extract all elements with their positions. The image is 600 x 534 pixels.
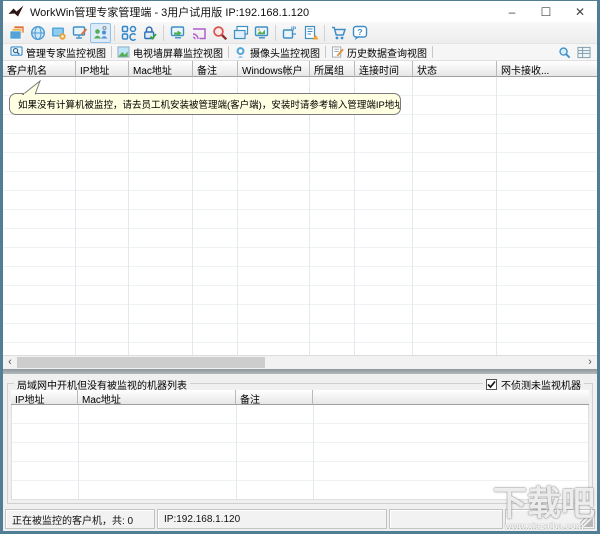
column-header-status[interactable]: 状态 — [413, 61, 497, 77]
column-header-ip[interactable]: IP地址 — [11, 390, 78, 405]
column-header-connect-time[interactable]: 连接时间 — [355, 61, 413, 77]
resize-grip-icon[interactable] — [580, 514, 593, 527]
title-bar: WorkWin管理专家管理端 - 3用户试用版 IP:192.168.1.120… — [3, 1, 597, 22]
column-header-note[interactable]: 备注 — [236, 390, 313, 405]
status-server-ip: IP:192.168.1.120 — [157, 509, 387, 529]
window-title: WorkWin管理专家管理端 - 3用户试用版 IP:192.168.1.120 — [30, 6, 310, 19]
column-header-mac[interactable]: Mac地址 — [129, 61, 193, 77]
monitor-share-icon[interactable] — [167, 23, 188, 43]
cascade-windows-icon[interactable] — [6, 23, 27, 43]
unmonitored-machines-panel: 局域网中开机但没有被监视的机器列表 不侦测未监视机器 IP地址 Mac地址 备注 — [3, 374, 597, 507]
toolbar-separator — [324, 24, 325, 41]
blocks-icon[interactable] — [118, 23, 139, 43]
close-button[interactable]: ✕ — [563, 1, 597, 22]
tab-tv-wall-view[interactable]: 电视墙屏幕监控视图 — [112, 44, 228, 60]
column-header-client-name[interactable]: 客户机名 — [3, 61, 76, 77]
column-header-windows-account[interactable]: Windows帐户 — [238, 61, 310, 77]
monitor-edit-icon[interactable] — [69, 23, 90, 43]
scrollbar-track[interactable] — [17, 356, 583, 369]
client-table-header: 客户机名 IP地址 Mac地址 备注 Windows帐户 所属组 连接时间 状态… — [3, 61, 597, 77]
column-header-nic-receive[interactable]: 网卡接收... — [497, 61, 597, 77]
unmonitored-groupbox: 局域网中开机但没有被监视的机器列表 不侦测未监视机器 IP地址 Mac地址 备注 — [7, 377, 593, 504]
help-icon[interactable]: ? — [349, 23, 370, 43]
lock-check-icon[interactable] — [139, 23, 160, 43]
status-panel-empty — [389, 509, 503, 529]
tv-wall-icon — [117, 46, 130, 58]
monitor-search-icon — [10, 46, 23, 56]
report-warning-icon[interactable] — [300, 23, 321, 43]
scroll-right-arrow-icon[interactable]: › — [583, 356, 597, 369]
toolbar-separator — [275, 24, 276, 41]
tab-separator — [432, 46, 433, 58]
app-logo-icon — [8, 5, 24, 19]
column-header-ip[interactable]: IP地址 — [76, 61, 129, 77]
toolbar-separator — [163, 24, 164, 41]
tab-expert-monitor-view[interactable]: 管理专家监控视图 — [5, 44, 111, 60]
globe-icon[interactable] — [27, 23, 48, 43]
scrollbar-thumb[interactable] — [17, 357, 265, 368]
main-toolbar: IP ? — [3, 22, 597, 44]
status-panel-grip — [505, 509, 595, 529]
document-edit-icon — [331, 46, 344, 58]
unmonitored-table: IP地址 Mac地址 备注 — [11, 390, 589, 500]
unmonitored-table-header: IP地址 Mac地址 备注 — [11, 390, 589, 405]
scroll-left-arrow-icon[interactable]: ‹ — [3, 356, 17, 369]
tooltip-tail — [19, 80, 45, 95]
maximize-button[interactable]: ☐ — [529, 1, 563, 22]
camera-icon — [236, 47, 245, 58]
status-monitored-clients: 正在被监控的客户机，共: 0 — [5, 509, 155, 529]
grid-view-icon[interactable] — [576, 45, 592, 59]
horizontal-scrollbar: ‹ › — [3, 355, 597, 369]
checkbox-checked-icon[interactable] — [486, 379, 497, 390]
app-window: WorkWin管理专家管理端 - 3用户试用版 IP:192.168.1.120… — [0, 0, 600, 534]
search-icon[interactable] — [556, 45, 572, 59]
minimize-button[interactable]: – — [495, 1, 529, 22]
search-red-icon[interactable] — [209, 23, 230, 43]
settings-card-icon[interactable] — [48, 23, 69, 43]
client-table-body[interactable]: 如果没有计算机被监控，请去员工机安装被管理端(客户端)，安装时请参考输入管理端I… — [3, 77, 597, 355]
toolbar-separator — [114, 24, 115, 41]
status-bar: 正在被监控的客户机，共: 0 IP:192.168.1.120 — [3, 507, 597, 531]
shopping-cart-icon[interactable] — [328, 23, 349, 43]
unmonitored-table-body[interactable] — [11, 405, 589, 500]
column-header-group[interactable]: 所属组 — [310, 61, 355, 77]
users-settings-icon[interactable] — [90, 22, 111, 43]
column-header-empty[interactable] — [313, 390, 589, 405]
tab-history-query-view[interactable]: 历史数据查询视图 — [326, 44, 432, 60]
tab-bar-actions — [556, 45, 592, 59]
svg-text:?: ? — [357, 26, 362, 36]
windows-stack-icon[interactable] — [230, 23, 251, 43]
column-grid-lines — [12, 405, 588, 499]
install-hint-tooltip: 如果没有计算机被监控，请去员工机安装被管理端(客户端)，安装时请参考输入管理端I… — [9, 93, 401, 115]
ip-address-icon[interactable]: IP — [279, 23, 300, 43]
monitor-image-icon[interactable] — [251, 23, 272, 43]
cast-screen-icon[interactable] — [188, 23, 209, 43]
column-grid-lines — [3, 77, 597, 355]
svg-text:IP: IP — [291, 26, 297, 32]
tab-camera-view[interactable]: 摄像头监控视图 — [229, 44, 325, 60]
view-tab-bar: 管理专家监控视图 电视墙屏幕监控视图 摄像头监控视图 历史数据查询视图 — [3, 44, 597, 61]
column-header-note[interactable]: 备注 — [193, 61, 238, 77]
column-header-mac[interactable]: Mac地址 — [78, 390, 236, 405]
